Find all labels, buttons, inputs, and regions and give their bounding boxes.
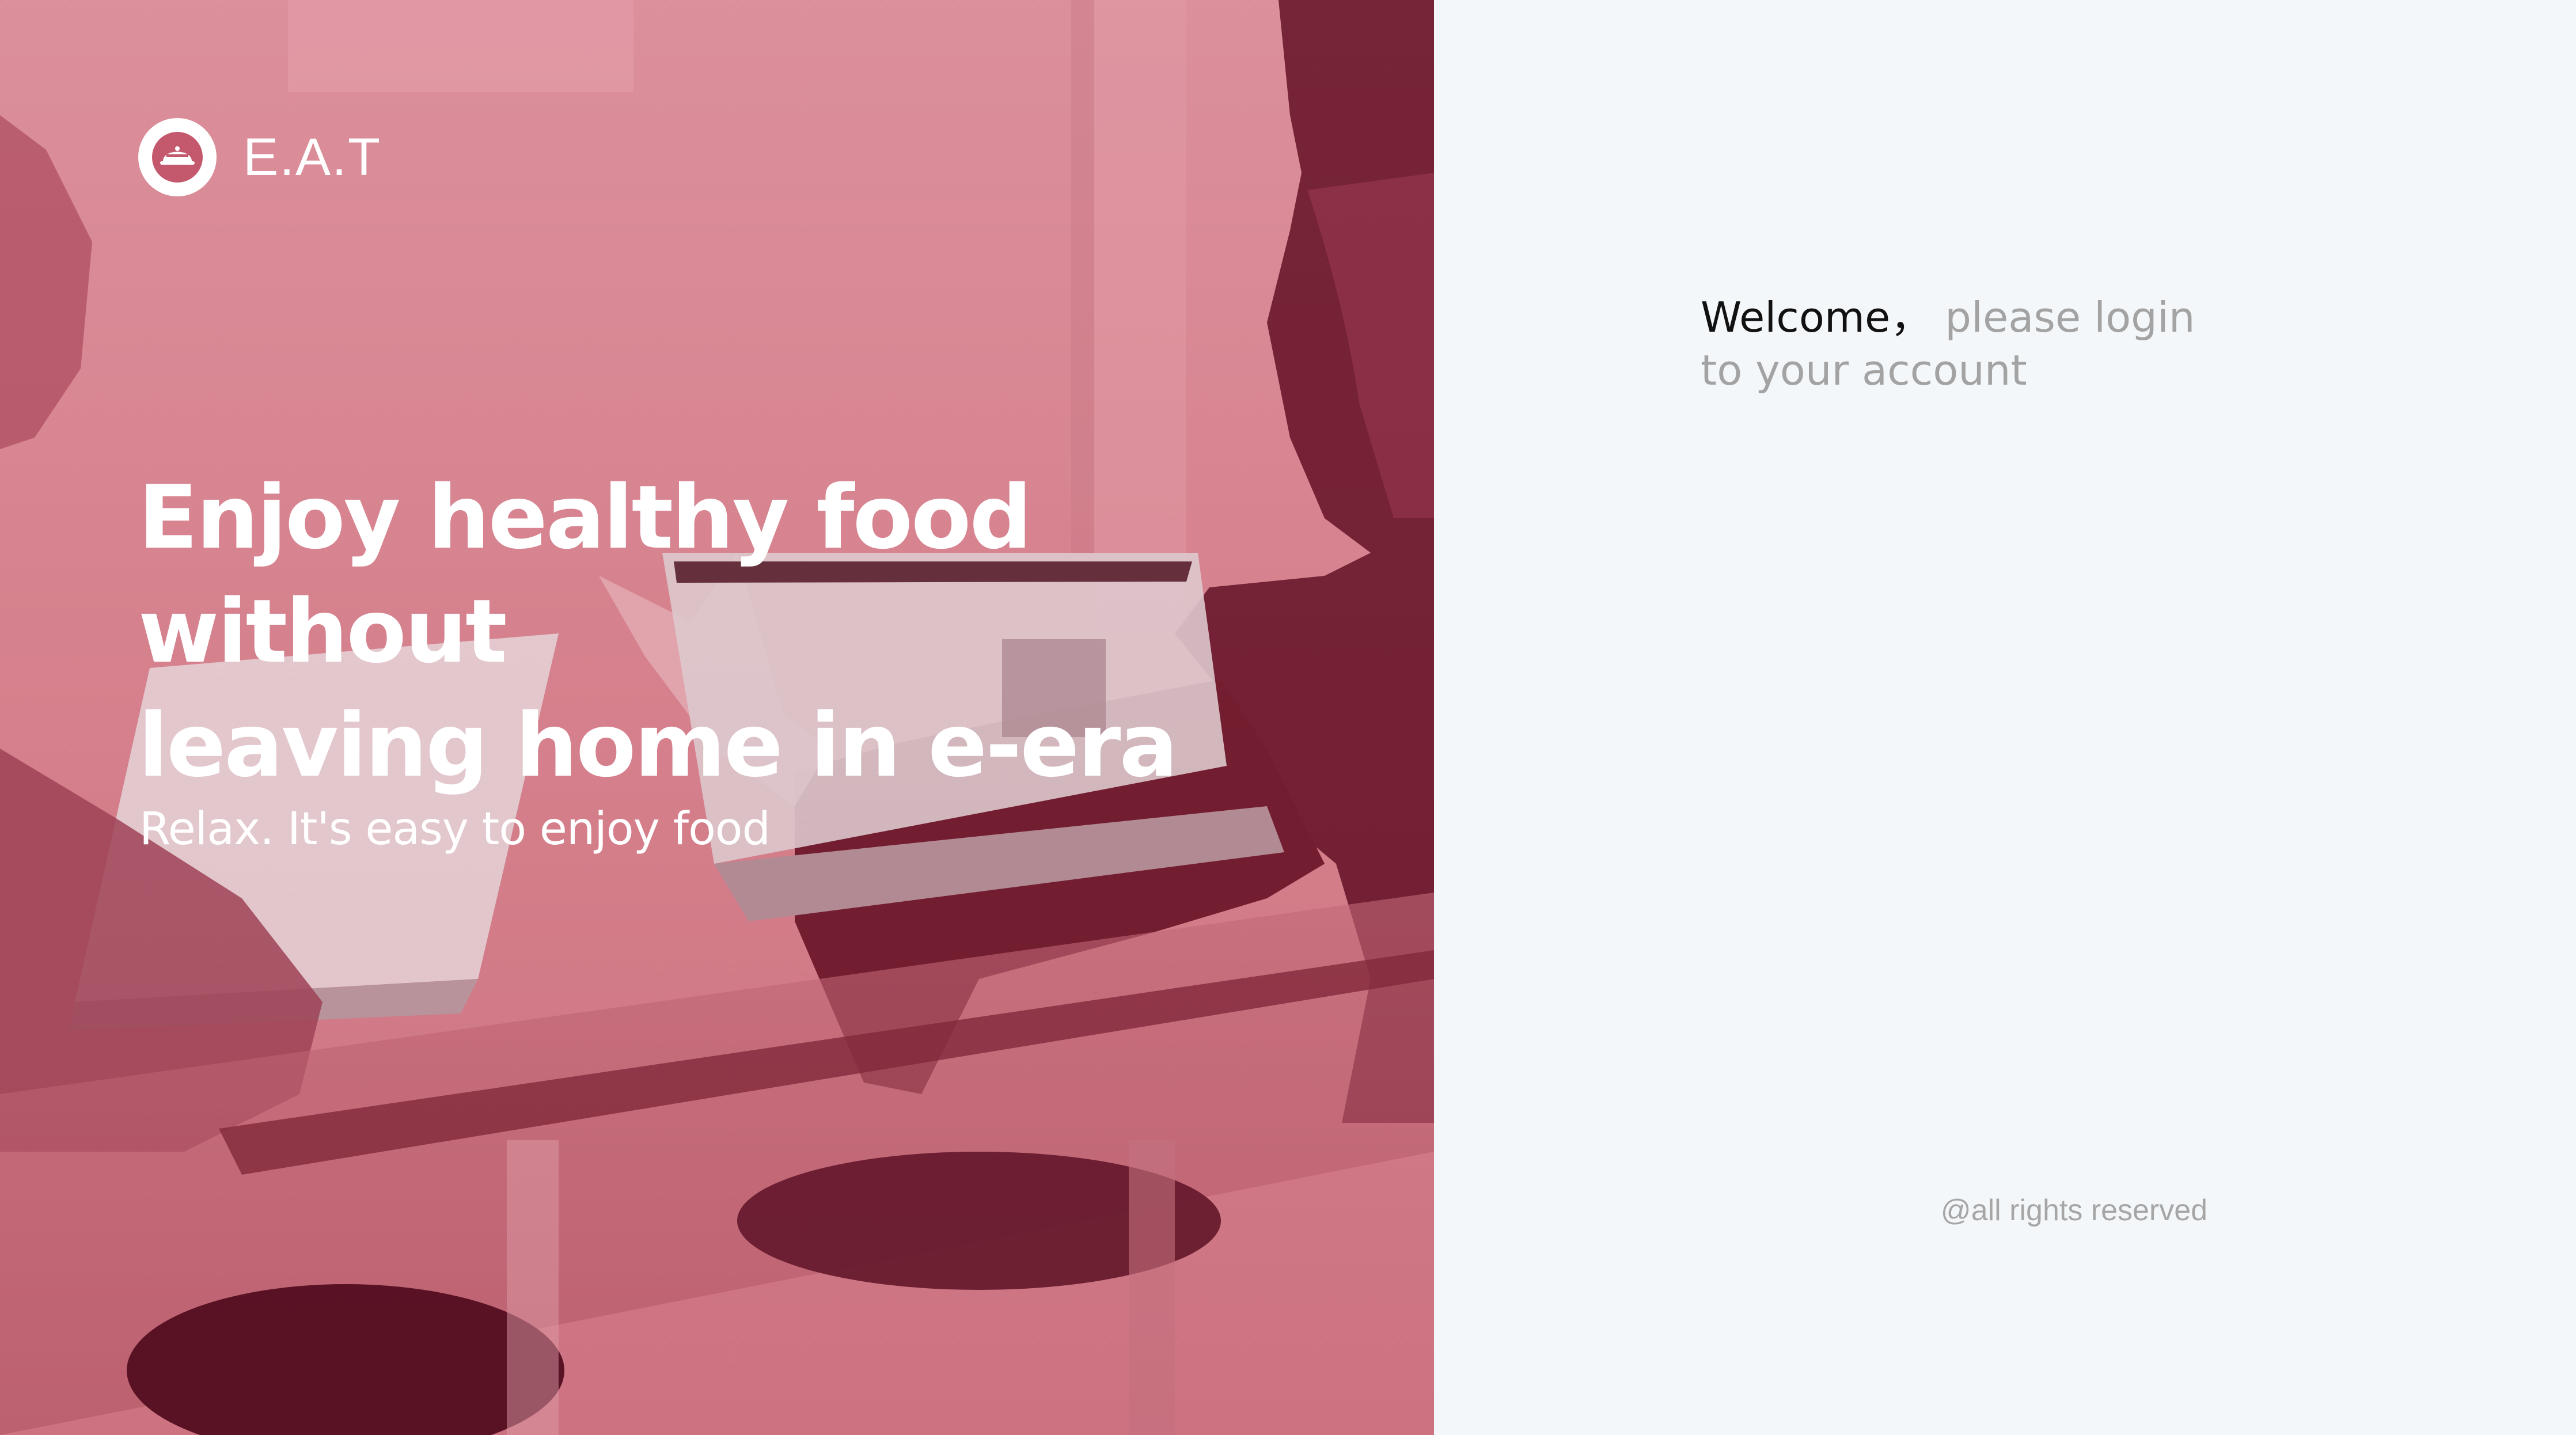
login-page: E.A.T Enjoy healthy food without leaving…	[0, 0, 2576, 1435]
hero-title-line-2: leaving home in e-era	[138, 694, 1178, 796]
hero-subtitle: Relax. It's easy to enjoy food	[139, 803, 771, 855]
footer-copyright: @all rights reserved	[1940, 1194, 2208, 1227]
brand-name: E.A.T	[243, 127, 382, 187]
brand[interactable]: E.A.T	[138, 118, 381, 196]
welcome-message: Welcome， please login to your account	[1701, 291, 2219, 397]
login-panel: Welcome， please login to your account @a…	[1434, 0, 2576, 1435]
hero-panel: E.A.T Enjoy healthy food without leaving…	[0, 0, 1434, 1435]
cloche-icon	[138, 118, 217, 196]
hero-title: Enjoy healthy food without leaving home …	[138, 461, 1348, 803]
welcome-heading: Welcome，	[1701, 293, 1932, 341]
hero-title-line-1: Enjoy healthy food without	[138, 466, 1032, 682]
